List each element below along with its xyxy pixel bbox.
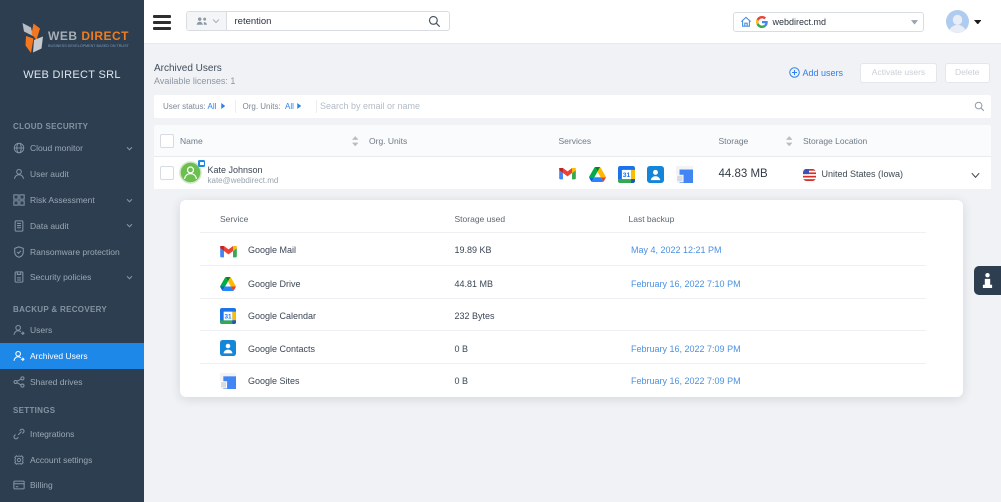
svg-text:31: 31 (623, 171, 631, 178)
svg-text:31: 31 (224, 313, 232, 320)
